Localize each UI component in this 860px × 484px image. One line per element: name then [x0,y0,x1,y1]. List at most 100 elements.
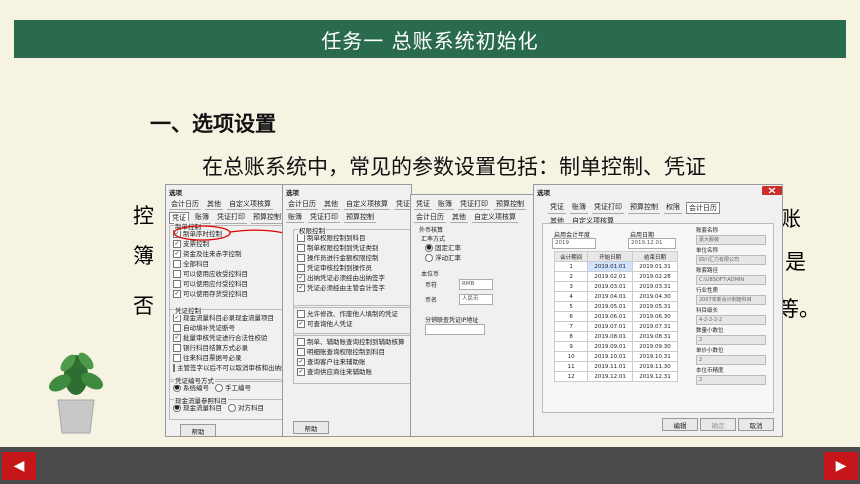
tab-accounting-calendar[interactable]: 会计日历 [686,202,720,214]
field-value[interactable]: 四川汇力有限公司 [696,255,766,265]
tab-other[interactable]: 其他 [205,199,223,210]
checkbox-option[interactable]: 制单权限控制到凭证类别 [297,243,409,253]
checkbox-option[interactable]: ✓ 查询客户往来辅助账 [297,357,409,367]
tab-voucher-print[interactable]: 凭证打印 [592,202,624,214]
checkbox-option[interactable]: 银行科目结算方式必录 [173,343,284,353]
next-slide-button[interactable]: ▶ [824,452,858,480]
checkbox-option[interactable]: 可以使用应收受控科目 [173,269,284,279]
checkbox-option[interactable]: 可以使用应付受控科目 [173,279,284,289]
cancel-button[interactable]: 取消 [738,418,774,431]
table-row[interactable]: 1 2019.01.01 2019.01.31 [553,261,678,272]
table-row[interactable]: 5 2019.05.01 2019.05.31 [553,301,678,312]
table-row[interactable]: 6 2019.06.01 2019.06.30 [553,311,678,322]
checkbox-icon[interactable] [297,310,305,318]
checkbox-icon[interactable]: ✓ [173,314,181,322]
tab-custom-items[interactable]: 自定义项核算 [344,199,390,210]
help-button[interactable]: 帮助 [293,421,329,434]
checkbox-option[interactable]: ✓ 可以使用存货受控科目 [173,289,284,299]
checkbox-option[interactable]: ✓ 出纳凭证必须经由出纳签字 [297,273,409,283]
checkbox-option[interactable]: ✓ 资金及往来赤字控制 [173,249,284,259]
radio-icon[interactable] [228,404,236,412]
checkbox-icon[interactable] [173,270,181,278]
tab-custom-items[interactable]: 自定义项核算 [227,199,273,210]
tab-ledger[interactable]: 账簿 [570,202,588,214]
checkbox-icon[interactable]: ✓ [297,274,305,282]
help-button[interactable]: 帮助 [180,424,216,437]
tab-ledger[interactable]: 账簿 [286,212,304,223]
radio-icon[interactable]: ● [173,404,181,412]
checkbox-option[interactable]: 主管签字以后不可以取消审核和出纳签字 [173,363,294,373]
table-row[interactable]: 7 2019.07.01 2019.07.31 [553,321,678,332]
table-row[interactable]: 2 2019.02.01 2019.02.28 [553,271,678,282]
checkbox-option[interactable]: 自动填补凭证断号 [173,323,284,333]
radio-option[interactable]: 手工编号 [215,383,251,393]
checkbox-option[interactable]: ✓ 查询供应商往来辅助账 [297,367,409,377]
checkbox-option[interactable]: 制单、辅助账查询控制到辅助核算 [297,337,409,347]
tab-accounting-calendar[interactable]: 会计日历 [286,199,318,210]
currency-code-field[interactable]: RMB [459,279,493,290]
checkbox-icon[interactable] [297,244,305,252]
field-value[interactable]: 2 [696,335,766,345]
edit-button[interactable]: 编辑 [662,418,698,431]
tab-ledger[interactable]: 账簿 [436,199,454,210]
tab-budget-control[interactable]: 预算控制 [494,199,526,210]
checkbox-option[interactable]: 操作员进行金额权限控制 [297,253,409,263]
confirm-button[interactable]: 确定 [700,418,736,431]
table-row[interactable]: 11 2019.11.01 2019.11.30 [553,361,678,372]
checkbox-icon[interactable] [173,354,181,362]
checkbox-icon[interactable]: ✓ [173,250,181,258]
checkbox-icon[interactable] [173,364,175,372]
checkbox-option[interactable]: 全部科目 [173,259,284,269]
radio-icon[interactable]: ● [425,244,433,252]
checkbox-icon[interactable] [173,344,181,352]
tab-other[interactable]: 其他 [450,212,468,223]
table-row[interactable]: 8 2019.08.01 2019.08.31 [553,331,678,342]
table-row[interactable]: 9 2019.09.01 2019.09.30 [553,341,678,352]
checkbox-option[interactable]: 往来科目票据号必录 [173,353,284,363]
checkbox-icon[interactable] [297,264,305,272]
prev-slide-button[interactable]: ◀ [2,452,36,480]
ip-address-field[interactable] [425,324,485,335]
start-year-field[interactable]: 2019 [552,238,596,249]
start-date-field[interactable]: 2019.12.01 [628,238,676,249]
checkbox-option[interactable]: 允许修改、作废他人填制的凭证 [297,309,409,319]
tab-accounting-calendar[interactable]: 会计日历 [169,199,201,210]
tab-other[interactable]: 其他 [322,199,340,210]
checkbox-icon[interactable]: ✓ [297,320,305,328]
checkbox-icon[interactable]: ✓ [173,290,181,298]
tab-voucher[interactable]: 凭证 [548,202,566,214]
tab-budget-control[interactable]: 预算控制 [628,202,660,214]
radio-icon[interactable]: ● [173,384,181,392]
tab-budget-control[interactable]: 预算控制 [344,212,376,223]
checkbox-icon[interactable] [173,260,181,268]
table-row[interactable]: 12 2019.12.01 2019.12.31 [553,371,678,382]
field-value[interactable]: 2 [696,355,766,365]
radio-option[interactable]: 对方科目 [228,403,264,413]
radio-icon[interactable] [215,384,223,392]
checkbox-icon[interactable] [173,280,181,288]
checkbox-icon[interactable] [297,254,305,262]
field-value[interactable]: 2007年新会计制度科目 [696,295,766,305]
tab-custom-items[interactable]: 自定义项核算 [472,212,518,223]
checkbox-icon[interactable] [297,338,305,346]
radio-option[interactable]: 浮动汇率 [425,253,461,263]
checkbox-icon[interactable] [173,324,181,332]
checkbox-option[interactable]: 明细账查询权限控制到科目 [297,347,409,357]
close-icon[interactable] [762,186,782,195]
radio-option[interactable]: ● 固定汇率 [425,243,461,253]
tab-voucher-print[interactable]: 凭证打印 [308,212,340,223]
checkbox-icon[interactable] [297,348,305,356]
tab-accounting-calendar[interactable]: 会计日历 [414,212,446,223]
checkbox-icon[interactable]: ✓ [297,284,305,292]
checkbox-icon[interactable]: ✓ [297,368,305,376]
field-value[interactable]: C:\U8SOFT\ADMIN [696,275,766,285]
checkbox-icon[interactable] [297,234,305,242]
checkbox-option[interactable]: 凭证审核控制到操作员 [297,263,409,273]
table-row[interactable]: 4 2019.04.01 2019.04.30 [553,291,678,302]
checkbox-option[interactable]: ✓ 可查询他人凭证 [297,319,409,329]
checkbox-icon[interactable]: ✓ [173,334,181,342]
radio-icon[interactable] [425,254,433,262]
tab-voucher[interactable]: 凭证 [414,199,432,210]
checkbox-option[interactable]: ✓ 批量审核凭证进行合法性校验 [173,333,284,343]
checkbox-option[interactable]: ✓ 凭证必须经由主管会计签字 [297,283,409,293]
